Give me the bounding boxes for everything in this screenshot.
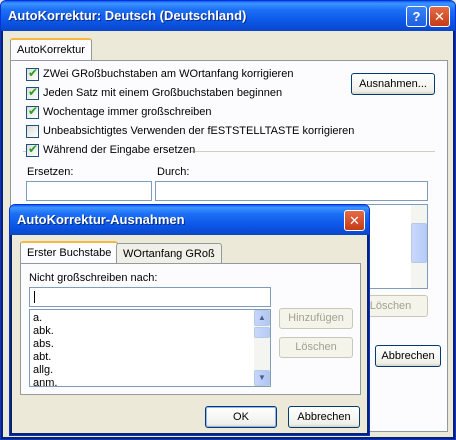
list-item[interactable]: anm. bbox=[30, 377, 270, 386]
help-icon[interactable]: ? bbox=[406, 6, 427, 27]
option-label: Wochentage immer großschreiben bbox=[43, 106, 212, 118]
replacement-list-scrollbar[interactable] bbox=[411, 205, 427, 288]
with-input[interactable] bbox=[155, 181, 428, 201]
exceptions-button-label: Ausnahmen... bbox=[359, 78, 427, 90]
close-icon[interactable]: ✕ bbox=[344, 210, 365, 231]
tab-first-letter[interactable]: Erster Buchstabe bbox=[20, 241, 119, 264]
option-label: Unbeabsichtigtes Verwenden der fESTSTELL… bbox=[43, 125, 355, 137]
tab-autokorrektur-label: AutoKorrektur bbox=[17, 44, 85, 56]
list-item[interactable]: abs. bbox=[30, 338, 270, 351]
exceptions-titlebar[interactable]: AutoKorrektur-Ausnahmen bbox=[10, 205, 369, 235]
cancel-button[interactable]: Abbrechen bbox=[288, 406, 360, 428]
option-label: Jeden Satz mit einem Großbuchstaben begi… bbox=[43, 87, 283, 99]
list-item[interactable]: allg. bbox=[30, 364, 270, 377]
scroll-thumb[interactable] bbox=[411, 223, 427, 263]
tab-initial-caps-label: WOrtanfang GRoß bbox=[123, 248, 215, 260]
checkmark-icon: ✔ bbox=[28, 66, 39, 80]
list-item[interactable]: a. bbox=[30, 312, 270, 325]
checkbox-icon[interactable]: ✔ bbox=[26, 104, 39, 119]
tab-autokorrektur[interactable]: AutoKorrektur bbox=[10, 38, 92, 61]
with-label: Durch: bbox=[157, 166, 190, 178]
exception-list-scrollbar[interactable]: ▲ ▼ bbox=[254, 310, 270, 386]
checkmark-icon: ✔ bbox=[28, 142, 39, 156]
delete-button-label: Löschen bbox=[295, 341, 337, 353]
scroll-down-icon[interactable]: ▼ bbox=[254, 370, 270, 386]
scroll-thumb[interactable] bbox=[254, 327, 270, 338]
tab-initial-caps[interactable]: WOrtanfang GRoß bbox=[116, 243, 222, 265]
autocorrect-title: AutoKorrektur: Deutsch (Deutschland) bbox=[8, 8, 247, 23]
main-cancel-button[interactable]: Abbrechen bbox=[375, 345, 441, 367]
checkbox-icon[interactable]: ✔ bbox=[26, 66, 39, 81]
option-label: Während der Eingabe ersetzen bbox=[43, 144, 196, 156]
no-capitalize-label: Nicht großschreiben nach: bbox=[29, 272, 158, 284]
ok-button-label: OK bbox=[233, 411, 249, 423]
scroll-up-icon[interactable]: ▲ bbox=[254, 310, 270, 326]
option-replace-while-typing[interactable]: ✔ Während der Eingabe ersetzen bbox=[26, 142, 195, 160]
replace-label: Ersetzen: bbox=[27, 166, 74, 178]
checkbox-icon[interactable] bbox=[26, 125, 39, 138]
checkmark-icon: ✔ bbox=[28, 104, 39, 118]
cancel-button-label: Abbrechen bbox=[297, 411, 351, 423]
checkbox-icon[interactable]: ✔ bbox=[26, 85, 39, 100]
replace-input[interactable] bbox=[26, 181, 152, 201]
ok-button[interactable]: OK bbox=[205, 406, 277, 428]
close-icon[interactable]: ✕ bbox=[429, 6, 450, 27]
autocorrect-titlebar[interactable]: AutoKorrektur: Deutsch (Deutschland) bbox=[1, 1, 455, 31]
exceptions-dialog: AutoKorrektur-Ausnahmen ✕ Erster Buchsta… bbox=[9, 204, 370, 436]
exception-input[interactable] bbox=[29, 287, 271, 307]
add-button[interactable]: Hinzufügen bbox=[279, 308, 353, 329]
checkmark-icon: ✔ bbox=[28, 85, 39, 99]
exceptions-title: AutoKorrektur-Ausnahmen bbox=[17, 212, 185, 227]
exception-list[interactable]: a. abk. abs. abt. allg. anm. ▲ ▼ bbox=[29, 309, 271, 387]
delete-button[interactable]: Löschen bbox=[279, 337, 353, 358]
main-delete-label: Löschen bbox=[369, 300, 412, 312]
option-label: ZWei GRoßbuchstaben am WOrtanfang korrig… bbox=[43, 68, 294, 80]
exceptions-button[interactable]: Ausnahmen... bbox=[351, 73, 435, 95]
list-item[interactable]: abk. bbox=[30, 325, 270, 338]
main-cancel-label: Abbrechen bbox=[381, 350, 435, 362]
checkbox-icon[interactable]: ✔ bbox=[26, 142, 39, 157]
add-button-label: Hinzufügen bbox=[288, 312, 344, 324]
text-cursor bbox=[34, 291, 35, 303]
list-item[interactable]: abt. bbox=[30, 351, 270, 364]
tab-first-letter-label: Erster Buchstabe bbox=[27, 247, 112, 259]
